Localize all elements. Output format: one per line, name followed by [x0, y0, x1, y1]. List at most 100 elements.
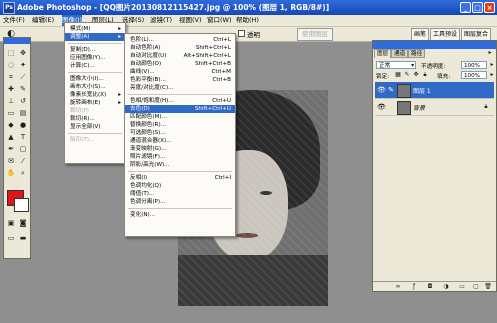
zoom-tool-icon[interactable]: ⌕	[18, 168, 28, 178]
screen-mode-icon[interactable]: ▭	[6, 233, 16, 243]
move-tool-icon[interactable]: ✥	[18, 48, 28, 58]
quick-mask-on-icon[interactable]: ◙	[18, 218, 28, 228]
menu-item-variations[interactable]: 变化(N)...	[125, 211, 235, 219]
menu-item-match-color[interactable]: 匹配颜色(M)...	[125, 113, 235, 121]
fill-arrow-icon[interactable]: ▸	[487, 70, 497, 80]
quick-mask-off-icon[interactable]: ▣	[6, 218, 16, 228]
type-tool-icon[interactable]: T	[18, 132, 28, 142]
menu-item-auto-levels[interactable]: 自动色阶(A) Shift+Ctrl+L	[125, 44, 235, 52]
menu-item-image-size[interactable]: 图像大小(I)...	[65, 75, 125, 83]
toolbox: ⬚ ✥ ◌ ✦ ⌗ ⟋ ✚ ✎ ⊥ ↺ ▭ ▤ ◆ ● ▲ T ✒ ▢ ✉ ⁄ …	[3, 37, 31, 259]
menu-item-invert[interactable]: 反相(I) Ctrl+I	[125, 174, 235, 182]
maximize-button[interactable]: □	[472, 2, 483, 13]
lasso-tool-icon[interactable]: ◌	[6, 60, 16, 70]
dodge-tool-icon[interactable]: ●	[18, 120, 28, 130]
menu-item-hue-saturation[interactable]: 色相/饱和度(H)... Ctrl+U	[125, 97, 235, 105]
menu-item-threshold[interactable]: 阈值(T)...	[125, 190, 235, 198]
menu-item-brightness-contrast[interactable]: 亮度/对比度(C)...	[125, 84, 235, 92]
tab-channels[interactable]: 通道	[391, 49, 409, 58]
menu-filter[interactable]: 滤镜(T)	[150, 15, 172, 26]
layer-thumbnail	[397, 101, 411, 115]
use-layer-button: 使用图层	[297, 28, 333, 41]
menu-item-adjustments[interactable]: 调整(A) ▸	[65, 33, 125, 41]
history-brush-icon[interactable]: ↺	[18, 96, 28, 106]
blur-tool-icon[interactable]: ◆	[6, 120, 16, 130]
menu-item-calculations[interactable]: 计算(C)...	[65, 62, 125, 70]
notes-tool-icon[interactable]: ✉	[6, 156, 16, 166]
menu-item-mode[interactable]: 模式(M) ▸	[65, 25, 125, 33]
panel-menu-icon[interactable]: ▸	[485, 48, 495, 58]
fullscreen-mode-icon[interactable]: ▬	[18, 233, 28, 243]
menu-file[interactable]: 文件(F)	[3, 15, 25, 26]
blend-mode-select[interactable]: 正常 ▾	[376, 61, 416, 69]
menu-item-equalize[interactable]: 色调均化(Q)	[125, 182, 235, 190]
link-layers-icon[interactable]: ∞	[393, 282, 403, 292]
fill-input[interactable]: 100%	[461, 71, 487, 79]
brush-tool-icon[interactable]: ✎	[18, 84, 28, 94]
adjustment-layer-icon[interactable]: ◑	[441, 282, 451, 292]
menu-item-replace-color[interactable]: 替换颜色(R)...	[125, 121, 235, 129]
chevron-down-icon: ▾	[411, 63, 414, 69]
menu-item-levels[interactable]: 色阶(L)... Ctrl+L	[125, 36, 235, 44]
gradient-tool-icon-box[interactable]: ▤	[18, 108, 28, 118]
opacity-input[interactable]: 100%	[461, 61, 487, 69]
healing-brush-icon[interactable]: ✚	[6, 84, 16, 94]
new-layer-icon[interactable]: ▢	[471, 282, 481, 292]
trash-icon[interactable]: 🗑︎	[483, 282, 493, 292]
menu-item-reveal-all[interactable]: 显示全部(V)	[65, 123, 125, 131]
menu-item-apply-image[interactable]: 应用图像(Y)...	[65, 54, 125, 62]
eraser-tool-icon[interactable]: ▭	[6, 108, 16, 118]
menu-item-desaturate[interactable]: 去色(D) Shift+Ctrl+U	[125, 105, 235, 113]
marquee-tool-icon[interactable]: ⬚	[6, 48, 16, 58]
hand-tool-icon[interactable]: ✋	[6, 168, 16, 178]
new-group-icon[interactable]: ▭	[457, 282, 467, 292]
tab-layers[interactable]: 图层	[374, 49, 392, 58]
menu-item-photo-filter[interactable]: 照片滤镜(F)...	[125, 153, 235, 161]
window-title: Adobe Photoshop - [QQ图片20130812115427.jp…	[17, 3, 330, 12]
menu-item-shadow-highlight[interactable]: 阴影/高光(W)...	[125, 161, 235, 169]
menu-item-channel-mixer[interactable]: 通道混合器(X)...	[125, 137, 235, 145]
menu-edit[interactable]: 编辑(E)	[32, 15, 54, 26]
layer-row-background[interactable]: 👁︎ 背景 🔒︎	[375, 99, 494, 116]
eyedropper-icon[interactable]: ⁄	[18, 156, 28, 166]
crop-tool-icon[interactable]: ⌗	[6, 72, 16, 82]
transparent-checkbox[interactable]	[238, 30, 245, 37]
layer-row-layer1[interactable]: 👁︎ ✎ 图层 1	[375, 82, 494, 99]
submenu-arrow-icon: ▸	[118, 34, 121, 40]
transparent-label: 透明	[247, 31, 260, 39]
menu-item-auto-color[interactable]: 自动颜色(O) Shift+Ctrl+B	[125, 60, 235, 68]
minimize-button[interactable]: _	[460, 2, 471, 13]
eye-icon[interactable]: 👁︎	[377, 86, 386, 94]
menu-item-duplicate[interactable]: 复制(D)...	[65, 46, 125, 54]
tab-paths[interactable]: 路径	[408, 49, 426, 58]
pen-tool-icon[interactable]: ✒	[6, 144, 16, 154]
layer-style-icon[interactable]: ƒ	[409, 282, 419, 292]
path-select-icon[interactable]: ▲	[6, 132, 16, 142]
background-color-swatch[interactable]	[14, 198, 29, 212]
layers-panel-header	[373, 41, 496, 49]
menu-item-pixel-aspect[interactable]: 像素长宽比(X) ▸	[65, 91, 125, 99]
shape-tool-icon[interactable]: ▢	[18, 144, 28, 154]
magic-wand-icon[interactable]: ✦	[18, 60, 28, 70]
menu-item-posterize[interactable]: 色调分离(P)...	[125, 198, 235, 206]
clone-stamp-icon[interactable]: ⊥	[6, 96, 16, 106]
menu-view[interactable]: 视图(V)	[179, 15, 202, 26]
menu-item-auto-contrast[interactable]: 自动对比度(U) Alt+Shift+Ctrl+L	[125, 52, 235, 60]
menu-item-rotate-canvas[interactable]: 旋转画布(E) ▸	[65, 99, 125, 107]
menu-item-canvas-size[interactable]: 画布大小(S)...	[65, 83, 125, 91]
opacity-label: 不透明度:	[421, 64, 446, 70]
menu-item-curves[interactable]: 曲线(V)... Ctrl+M	[125, 68, 235, 76]
eye-icon[interactable]: 👁︎	[377, 103, 386, 111]
lock-all-icon[interactable]: 🔒︎	[420, 70, 430, 80]
menu-item-gradient-map[interactable]: 渐变映射(G)...	[125, 145, 235, 153]
menu-item-selective-color[interactable]: 可选颜色(S)...	[125, 129, 235, 137]
slice-tool-icon[interactable]: ⟋	[18, 72, 28, 82]
menu-item-color-balance[interactable]: 色彩平衡(B)... Ctrl+B	[125, 76, 235, 84]
menu-item-trim[interactable]: 裁切(R)...	[65, 115, 125, 123]
opacity-arrow-icon[interactable]: ▸	[487, 60, 497, 70]
lock-label: 锁定:	[376, 74, 390, 80]
layer-mask-icon[interactable]: ◘	[425, 282, 435, 292]
close-button[interactable]: ×	[484, 2, 495, 13]
menu-help[interactable]: 帮助(H)	[236, 15, 259, 26]
menu-window[interactable]: 窗口(W)	[207, 15, 232, 26]
